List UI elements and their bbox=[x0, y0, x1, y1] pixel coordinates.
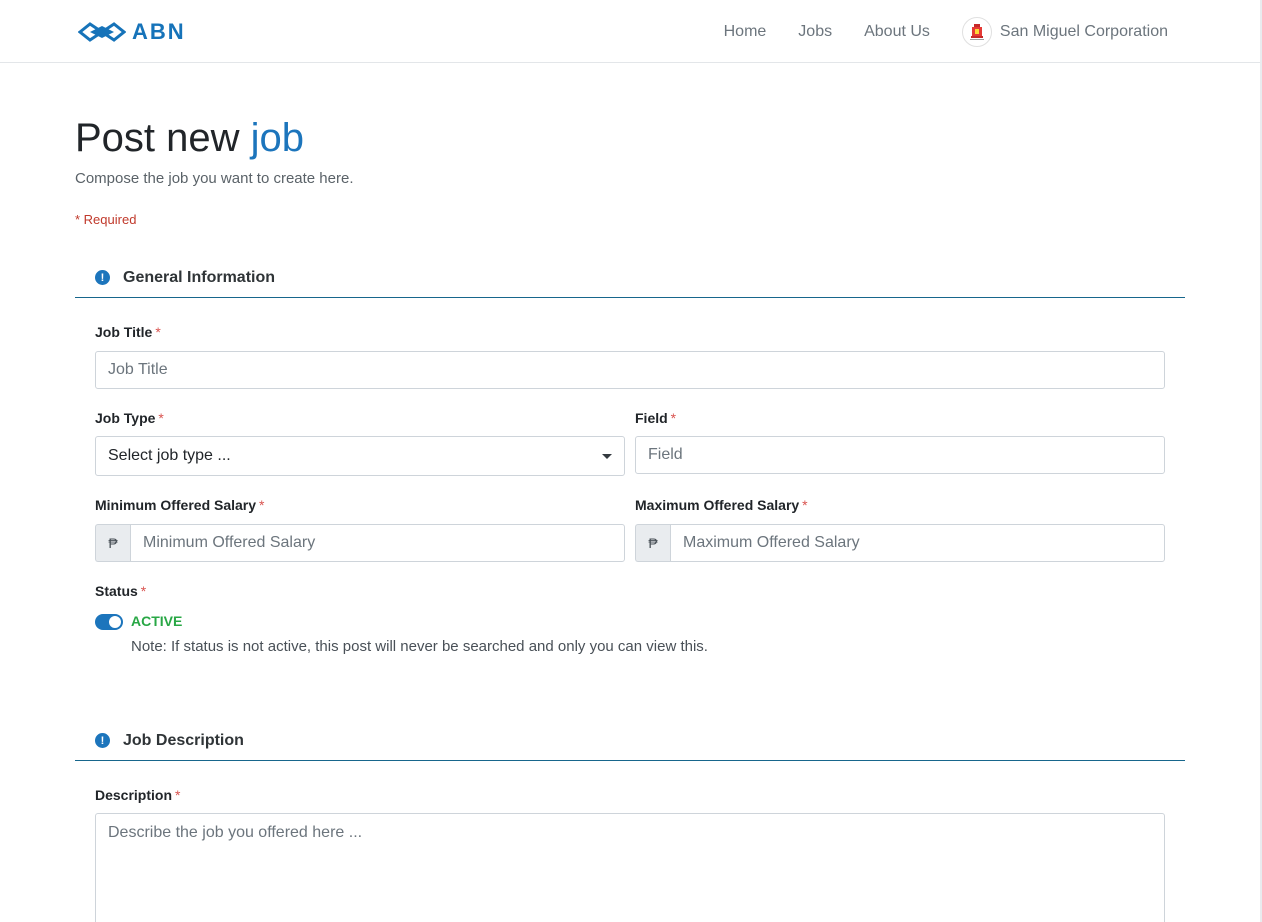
required-star: * bbox=[259, 497, 265, 513]
max-salary-label-text: Maximum Offered Salary bbox=[635, 497, 800, 513]
min-salary-label-text: Minimum Offered Salary bbox=[95, 497, 257, 513]
peso-sign-icon: ₱ bbox=[95, 524, 130, 562]
field-label: Field * bbox=[635, 410, 676, 426]
navbar: ABN Home Jobs About Us San Miguel Corpor… bbox=[0, 0, 1262, 63]
exclamation-circle-icon: ! bbox=[95, 733, 110, 748]
company-logo-icon bbox=[969, 23, 984, 40]
caret-down-icon bbox=[602, 453, 612, 459]
company-name: San Miguel Corporation bbox=[999, 22, 1168, 40]
required-star: * bbox=[670, 410, 677, 426]
logo-text: ABN bbox=[132, 19, 186, 44]
job-title-label: Job Title * bbox=[95, 324, 161, 340]
min-salary-label: Minimum Offered Salary * bbox=[95, 497, 265, 513]
peso-sign-icon: ₱ bbox=[635, 524, 670, 562]
required-star: * bbox=[158, 410, 164, 426]
nav-links: Home Jobs About Us San Miguel Corporatio… bbox=[724, 0, 1168, 63]
exclamation-circle-icon: ! bbox=[95, 270, 110, 285]
required-note: * Required bbox=[75, 212, 137, 227]
page-title-accent: job bbox=[250, 116, 305, 160]
company-avatar bbox=[961, 16, 992, 47]
status-toggle[interactable] bbox=[95, 614, 123, 630]
abn-logo[interactable]: ABN bbox=[78, 20, 186, 44]
nav-about-link[interactable]: About Us bbox=[864, 0, 930, 63]
abn-logo-icon bbox=[78, 22, 126, 42]
max-salary-group: ₱ bbox=[635, 524, 1165, 562]
general-information-title: General Information bbox=[123, 268, 276, 286]
required-star: * bbox=[175, 787, 181, 803]
description-textarea[interactable] bbox=[95, 813, 1165, 922]
required-star: * bbox=[802, 497, 808, 513]
field-input[interactable] bbox=[635, 436, 1165, 474]
company-menu[interactable]: San Miguel Corporation bbox=[961, 16, 1168, 47]
job-type-selected-value: Select job type ... bbox=[108, 447, 231, 464]
required-star: * bbox=[140, 583, 147, 599]
required-star: * bbox=[155, 324, 161, 340]
general-information-header: ! General Information bbox=[75, 258, 1185, 298]
page-subtitle: Compose the job you want to create here. bbox=[75, 170, 354, 187]
max-salary-input[interactable] bbox=[670, 524, 1165, 562]
page-title: Post new job bbox=[75, 115, 304, 161]
field-label-text: Field bbox=[635, 410, 668, 426]
status-value: ACTIVE bbox=[131, 613, 183, 629]
job-description-title: Job Description bbox=[123, 731, 244, 749]
max-salary-label: Maximum Offered Salary * bbox=[635, 497, 808, 513]
description-label: Description * bbox=[95, 787, 180, 803]
job-description-header: ! Job Description bbox=[75, 721, 1185, 761]
job-title-input[interactable] bbox=[95, 351, 1165, 389]
job-title-label-text: Job Title bbox=[95, 324, 153, 340]
status-label: Status * bbox=[95, 583, 146, 599]
job-type-label-text: Job Type bbox=[95, 410, 156, 426]
min-salary-group: ₱ bbox=[95, 524, 625, 562]
status-label-text: Status bbox=[95, 583, 138, 599]
nav-home-link[interactable]: Home bbox=[724, 0, 767, 63]
job-type-label: Job Type * bbox=[95, 410, 164, 426]
page-title-main: Post new bbox=[75, 116, 251, 160]
min-salary-input[interactable] bbox=[130, 524, 625, 562]
toggle-knob bbox=[109, 616, 121, 628]
description-label-text: Description bbox=[95, 787, 173, 803]
job-type-select[interactable]: Select job type ... bbox=[95, 436, 625, 476]
status-note: Note: If status is not active, this post… bbox=[131, 638, 708, 655]
nav-jobs-link[interactable]: Jobs bbox=[798, 0, 832, 63]
